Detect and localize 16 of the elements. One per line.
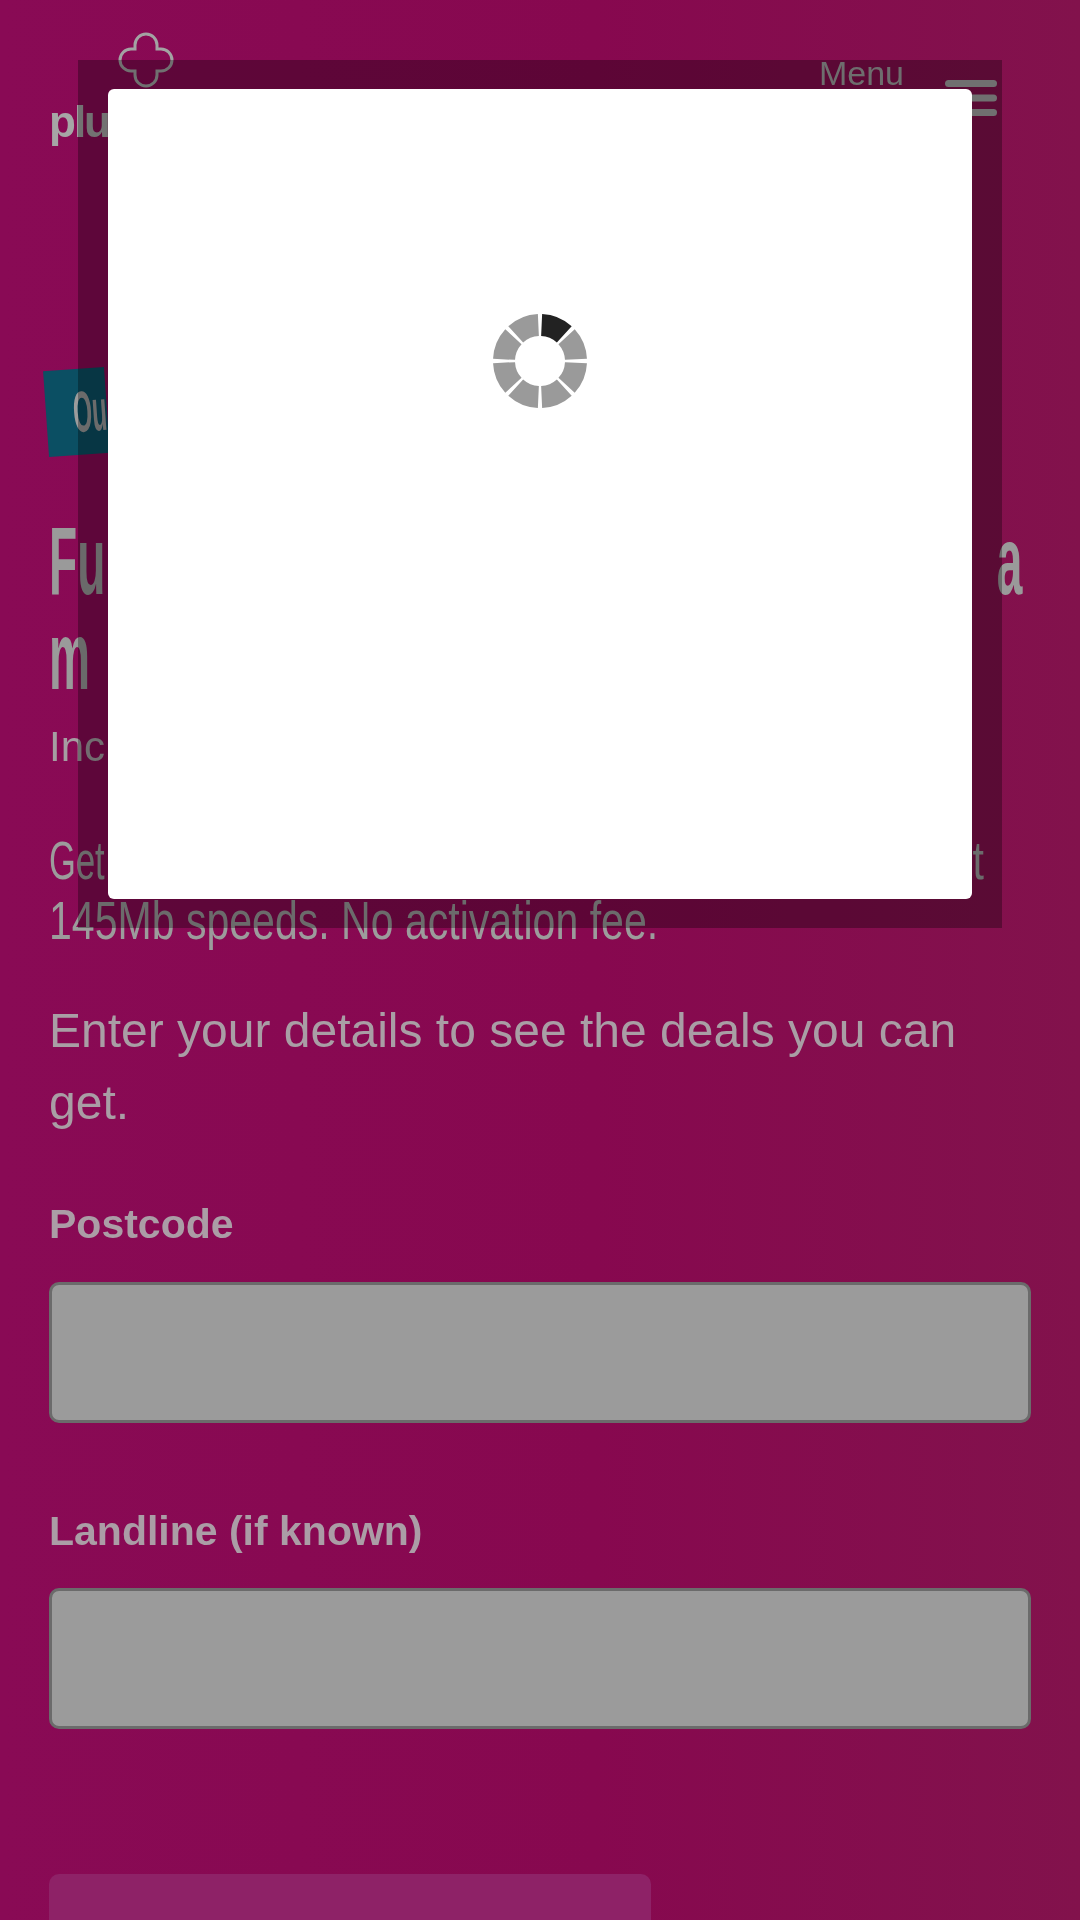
heading-text: a	[996, 513, 1022, 608]
offer-badge: Ou	[43, 367, 110, 457]
field-label: Landline (if known)	[49, 1507, 423, 1556]
loading-spinner-icon	[493, 314, 587, 408]
offer-text: 145Mb speeds. No activation fee.	[49, 890, 659, 950]
offer-text: t	[972, 830, 984, 890]
input-field[interactable]	[49, 1588, 1031, 1729]
heading-text: m	[49, 608, 90, 703]
intro-text: Enter your details to see the deals you can get.	[49, 1003, 958, 1131]
subheading-text: Inc	[49, 722, 106, 772]
offer-text: Get	[49, 830, 105, 890]
field-label: Postcode	[49, 1200, 234, 1249]
input-field[interactable]	[49, 1282, 1031, 1423]
logo-cross-icon	[118, 32, 174, 88]
heading-text: Fu	[49, 513, 106, 608]
logo-text: plu	[49, 100, 109, 144]
